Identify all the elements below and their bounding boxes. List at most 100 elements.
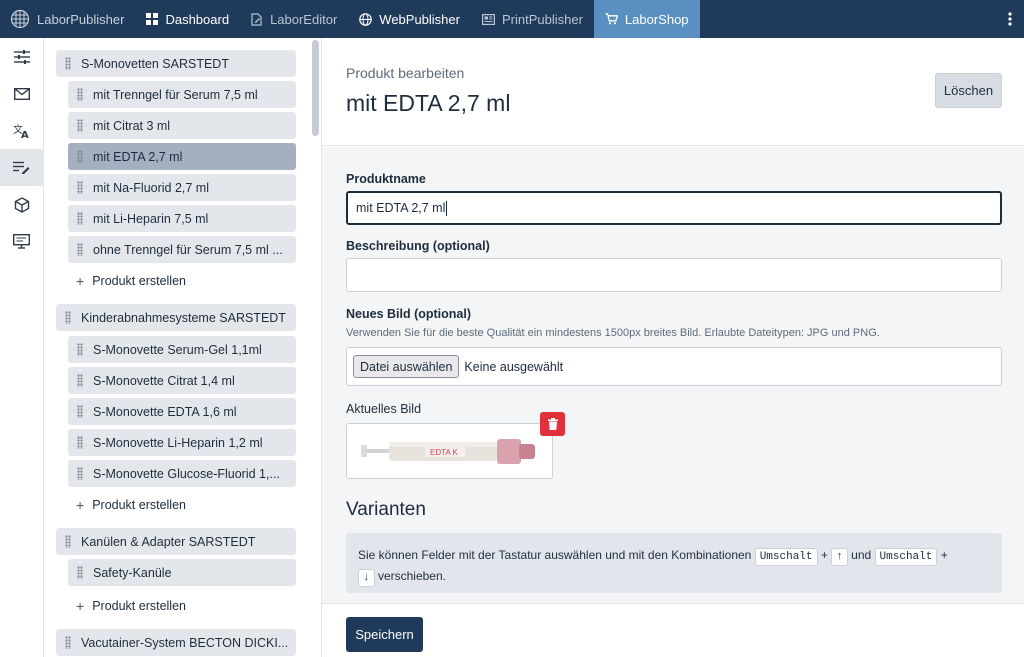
choose-file-button[interactable]: Datei auswählen [353,355,460,378]
kbd-plus: + [820,548,828,562]
tree-item[interactable]: mit Na-Fluorid 2,7 ml [68,174,296,201]
kbd-arrow-down: ↓ [358,569,375,587]
rail-settings-button[interactable] [0,38,43,75]
kbd-shift: Umschalt [754,548,818,566]
product-tree: S-Monovetten SARSTEDT mit Trenngel für S… [45,38,320,657]
plus-icon: + [76,598,85,614]
svg-text:A: A [21,130,29,139]
tree-item[interactable]: mit Li-Heparin 7,5 ml [68,205,296,232]
drag-handle-icon[interactable] [77,119,83,132]
product-name-label: Produktname [346,172,426,186]
drag-handle-icon[interactable] [77,436,83,449]
nav-dashboard[interactable]: Dashboard [135,0,240,38]
plus-icon: + [76,273,85,289]
tree-item[interactable]: S-Monovette EDTA 1,6 ml [68,398,296,425]
tree-item[interactable]: mit Trenngel für Serum 7,5 ml [68,81,296,108]
page-subtitle: Produkt bearbeiten [346,65,465,81]
tree-item[interactable]: S-Monovette Citrat 1,4 ml [68,367,296,394]
kebab-dots [1008,12,1012,26]
tree-item[interactable]: S-Monovette Glucose-Fluorid 1,... [68,460,296,487]
tree-item[interactable]: mit Citrat 3 ml [68,112,296,139]
nav-webpublisher-label: WebPublisher [379,11,460,27]
tree-item-label: mit Trenngel für Serum 7,5 ml [93,87,258,102]
tree-item[interactable]: S-Monovette Li-Heparin 1,2 ml [68,429,296,456]
tube-label: EDTA K [430,448,459,457]
description-label: Beschreibung (optional) [346,239,490,253]
left-icon-rail: 文 A [0,38,44,657]
drag-handle-icon[interactable] [77,88,83,101]
save-button[interactable]: Speichern [346,617,423,652]
add-product-button[interactable]: + Produkt erstellen [76,494,186,516]
drag-handle-icon[interactable] [65,311,71,324]
drag-handle-icon[interactable] [77,212,83,225]
add-product-button[interactable]: + Produkt erstellen [76,270,186,292]
tree-group-label: Kanülen & Adapter SARSTEDT [81,534,256,549]
kbd-shift: Umschalt [874,548,938,566]
tree-item-label: mit EDTA 2,7 ml [93,149,183,164]
tree-group[interactable]: S-Monovetten SARSTEDT [56,50,296,77]
variants-heading: Varianten [346,499,426,520]
product-name-field[interactable]: mit EDTA 2,7 ml [346,191,1002,225]
nav-printpublisher-label: PrintPublisher [501,11,583,27]
rail-products-button[interactable] [0,149,43,186]
tree-item-label: Safety-Kanüle [93,565,172,580]
nav-printpublisher[interactable]: PrintPublisher [471,0,594,38]
kbd-arrow-up: ↑ [831,548,848,566]
description-field[interactable] [346,258,1002,292]
drag-handle-icon[interactable] [65,636,71,649]
tree-item-selected[interactable]: mit EDTA 2,7 ml [68,143,296,170]
drag-handle-icon[interactable] [77,243,83,256]
tree-item[interactable]: S-Monovette Serum-Gel 1,1ml [68,336,296,363]
drag-handle-icon[interactable] [65,57,71,70]
tree-item[interactable]: ohne Trenngel für Serum 7,5 ml ... [68,236,296,263]
kebab-menu-icon[interactable] [996,0,1024,38]
kbd-plus: + [940,548,948,562]
drag-handle-icon[interactable] [77,374,83,387]
info-text-and: und [851,548,872,562]
info-text-1: Sie können Felder mit der Tastatur auswä… [358,548,752,562]
mail-icon [13,87,30,100]
product-form: Produktname mit EDTA 2,7 ml Beschreibung… [322,147,1024,603]
drag-handle-icon[interactable] [77,566,83,579]
rail-monitor-button[interactable] [0,223,43,260]
image-hint: Verwenden Sie für die beste Qualität ein… [346,327,880,339]
tree-item-label: mit Na-Fluorid 2,7 ml [93,180,209,195]
drag-handle-icon[interactable] [77,467,83,480]
variants-info-box: Sie können Felder mit der Tastatur auswä… [346,533,1002,593]
main-panel: Produkt bearbeiten mit EDTA 2,7 ml Lösch… [321,38,1024,657]
drag-handle-icon[interactable] [65,535,71,548]
tree-item-label: S-Monovette Serum-Gel 1,1ml [93,342,262,357]
plus-icon: + [76,497,85,513]
drag-handle-icon[interactable] [77,343,83,356]
rail-mail-button[interactable] [0,75,43,112]
tree-group-label: S-Monovetten SARSTEDT [81,56,229,71]
rail-cube-button[interactable] [0,186,43,223]
current-image-label: Aktuelles Bild [346,402,422,416]
drag-handle-icon[interactable] [77,181,83,194]
add-product-button[interactable]: + Produkt erstellen [76,595,186,617]
nav-laboreditor[interactable]: LaborEditor [240,0,348,38]
drag-handle-icon[interactable] [77,405,83,418]
tree-scrollbar[interactable] [312,40,319,136]
tree-item[interactable]: Safety-Kanüle [68,559,296,586]
tree-group[interactable]: Kinderabnahmesysteme SARSTEDT [56,304,296,331]
nav-webpublisher[interactable]: WebPublisher [348,0,471,38]
rail-translate-button[interactable]: 文 A [0,112,43,149]
file-status: Keine ausgewählt [464,359,564,374]
file-input[interactable]: Datei auswählen Keine ausgewählt [346,347,1002,386]
tree-group-label: Kinderabnahmesysteme SARSTEDT [81,310,286,325]
dashboard-icon [146,13,159,25]
tree-group[interactable]: Kanülen & Adapter SARSTEDT [56,528,296,555]
blood-tube-image: EDTA K [361,439,535,464]
nav-laborpublisher[interactable]: LaborPublisher [0,0,135,38]
add-product-label: Produkt erstellen [92,599,186,613]
list-edit-icon [13,161,30,174]
tree-group[interactable]: Vacutainer-System BECTON DICKI... [56,629,296,656]
drag-handle-icon[interactable] [77,150,83,163]
top-navigation-bar: LaborPublisher Dashboard LaborEditor Web… [0,0,1024,38]
delete-button[interactable]: Löschen [935,73,1002,108]
nav-laborshop[interactable]: LaborShop [593,0,700,38]
delete-image-button[interactable] [540,412,565,436]
nav-laboreditor-label: LaborEditor [270,11,338,27]
page-title: mit EDTA 2,7 ml [346,90,511,116]
